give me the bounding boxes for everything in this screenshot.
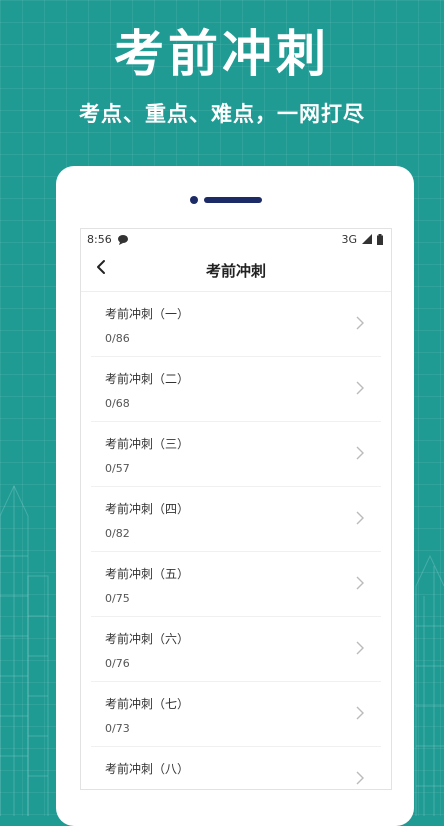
list-item-progress: 0/68 <box>105 397 130 410</box>
list-item-progress: 0/86 <box>105 332 130 345</box>
list-item[interactable]: 考前冲刺（四） 0/82 <box>91 487 381 552</box>
chevron-left-icon <box>97 260 105 274</box>
back-button[interactable] <box>95 256 107 281</box>
status-time: 8:56 <box>87 232 112 246</box>
list-item-title: 考前冲刺（四） <box>105 502 190 516</box>
signal-icon <box>362 234 372 244</box>
list-item[interactable]: 考前冲刺（八） <box>91 747 381 789</box>
exam-list: 考前冲刺（一） 0/86 考前冲刺（二） 0/68 考前冲刺（三） 0/57 考… <box>81 292 391 789</box>
chevron-right-icon <box>356 446 364 460</box>
network-type: 3G <box>341 232 357 246</box>
list-item-title: 考前冲刺（五） <box>105 567 190 581</box>
list-item[interactable]: 考前冲刺（二） 0/68 <box>91 357 381 422</box>
chevron-right-icon <box>356 641 364 655</box>
chevron-right-icon <box>356 316 364 330</box>
app-bar: 考前冲刺 <box>81 249 391 292</box>
list-item[interactable]: 考前冲刺（五） 0/75 <box>91 552 381 617</box>
list-item[interactable]: 考前冲刺（六） 0/76 <box>91 617 381 682</box>
list-item-title: 考前冲刺（八） <box>105 762 190 776</box>
chevron-right-icon <box>356 381 364 395</box>
list-item[interactable]: 考前冲刺（七） 0/73 <box>91 682 381 747</box>
front-camera <box>190 196 198 204</box>
headline: 考前冲刺 <box>114 25 330 83</box>
chevron-right-icon <box>356 576 364 590</box>
phone-screen: 8:56 3G 考前冲刺 考前冲刺（一） 0/86 考前冲刺（二） 0/68 考… <box>80 228 392 790</box>
chat-icon <box>117 234 128 245</box>
list-item-progress: 0/75 <box>105 592 130 605</box>
chevron-right-icon <box>356 511 364 525</box>
chevron-right-icon <box>356 706 364 720</box>
list-item-title: 考前冲刺（七） <box>105 697 190 711</box>
list-item-progress: 0/73 <box>105 722 130 735</box>
list-item-title: 考前冲刺（六） <box>105 632 190 646</box>
page-title: 考前冲刺 <box>205 261 266 280</box>
earpiece-speaker <box>204 197 262 203</box>
list-item-title: 考前冲刺（一） <box>105 307 190 321</box>
status-bar: 8:56 3G <box>81 229 391 249</box>
phone-frame: 8:56 3G 考前冲刺 考前冲刺（一） 0/86 考前冲刺（二） 0/68 考… <box>56 166 414 826</box>
list-item[interactable]: 考前冲刺（三） 0/57 <box>91 422 381 487</box>
list-item-title: 考前冲刺（三） <box>105 437 190 451</box>
list-item-progress: 0/82 <box>105 527 130 540</box>
subheadline: 考点、重点、难点，一网打尽 <box>79 102 365 126</box>
list-item[interactable]: 考前冲刺（一） 0/86 <box>91 292 381 357</box>
list-item-progress: 0/76 <box>105 657 130 670</box>
battery-icon <box>377 233 383 245</box>
list-item-title: 考前冲刺（二） <box>105 372 190 386</box>
list-item-progress: 0/57 <box>105 462 130 475</box>
chevron-right-icon <box>356 771 364 785</box>
